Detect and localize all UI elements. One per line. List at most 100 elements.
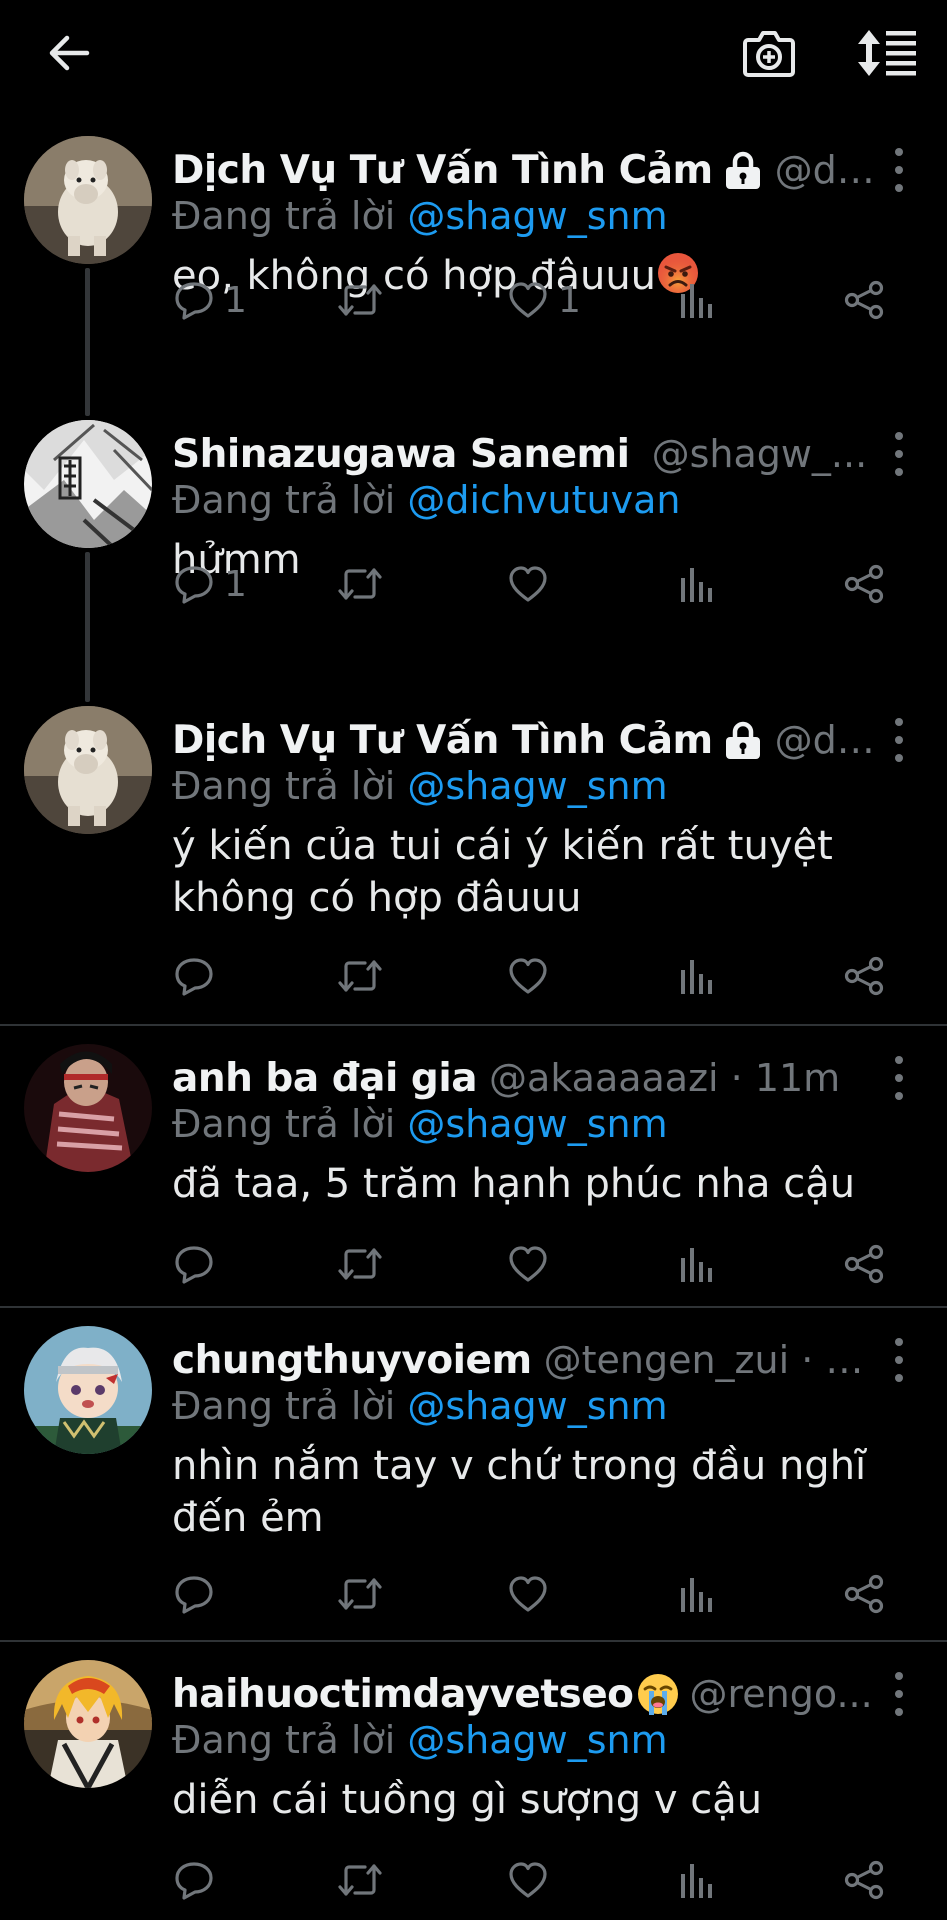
- arrow-left-icon: [49, 35, 90, 71]
- stats-button[interactable]: [678, 556, 714, 612]
- avatar[interactable]: [24, 1660, 152, 1788]
- more-options-button[interactable]: [887, 148, 911, 192]
- replying-label: Đang trả lời: [172, 1384, 396, 1428]
- retweet-icon: [338, 284, 382, 316]
- tweet-actions: [172, 1236, 892, 1292]
- retweet-button[interactable]: [337, 1566, 393, 1622]
- retweet-button[interactable]: [337, 948, 393, 1004]
- heart-icon: [509, 566, 547, 602]
- like-button[interactable]: [508, 556, 558, 612]
- replying-label: Đang trả lời: [172, 478, 396, 522]
- analytics-icon: [681, 568, 712, 602]
- camera-button[interactable]: [738, 22, 800, 84]
- tweet-text: diễn cái tuồng gì sượng v cậu: [172, 1777, 763, 1823]
- tweet[interactable]: chungthuyvoiem @tengen_zui · 9... Đang t…: [0, 1326, 947, 1642]
- stats-button[interactable]: [678, 1852, 714, 1908]
- retweet-icon: [338, 960, 382, 992]
- reply-count: 1: [224, 563, 247, 605]
- like-button[interactable]: [508, 1236, 558, 1292]
- display-name[interactable]: Shinazugawa Sanemi: [172, 432, 630, 477]
- back-button[interactable]: [38, 22, 100, 84]
- share-icon: [844, 1860, 884, 1900]
- reply-button[interactable]: 1: [174, 272, 247, 328]
- tweet-header: Shinazugawa Sanemi @shagw_...: [172, 424, 877, 484]
- reply-button[interactable]: 1: [174, 556, 247, 612]
- like-button[interactable]: [508, 1566, 558, 1622]
- share-button[interactable]: [844, 1236, 884, 1292]
- stats-button[interactable]: [678, 1566, 714, 1622]
- user-handle[interactable]: @tengen_zui · 9...: [544, 1338, 877, 1382]
- tweet[interactable]: Dịch Vụ Tư Vấn Tình Cảm @di... Đang trả …: [0, 706, 947, 1026]
- display-name[interactable]: Dịch Vụ Tư Vấn Tình Cảm: [172, 718, 713, 763]
- share-button[interactable]: [844, 272, 884, 328]
- replying-to: Đang trả lời @shagw_snm: [172, 1718, 668, 1762]
- mention-link[interactable]: @shagw_snm: [407, 1718, 667, 1762]
- tweet[interactable]: haihuoctimdayvetseo @rengo... Đang trả l…: [0, 1660, 947, 1920]
- share-button[interactable]: [844, 1852, 884, 1908]
- more-options-button[interactable]: [887, 1056, 911, 1100]
- stats-button[interactable]: [678, 272, 714, 328]
- reply-button[interactable]: [174, 1852, 224, 1908]
- user-handle[interactable]: @di...: [775, 718, 877, 762]
- analytics-icon: [681, 1248, 712, 1282]
- share-button[interactable]: [844, 556, 884, 612]
- more-options-button[interactable]: [887, 1338, 911, 1382]
- analytics-icon: [681, 284, 712, 318]
- heart-icon: [509, 1862, 547, 1898]
- stats-button[interactable]: [678, 1236, 714, 1292]
- more-options-button[interactable]: [887, 718, 911, 762]
- tweet-header: chungthuyvoiem @tengen_zui · 9...: [172, 1330, 877, 1390]
- display-name[interactable]: haihuoctimdayvetseo: [172, 1672, 634, 1717]
- more-options-button[interactable]: [887, 1672, 911, 1716]
- retweet-button[interactable]: [337, 1236, 393, 1292]
- avatar[interactable]: [24, 136, 152, 264]
- tweet-actions: [172, 1852, 892, 1908]
- thread-line: [85, 268, 90, 416]
- more-options-button[interactable]: [887, 432, 911, 476]
- reply-button[interactable]: [174, 1566, 224, 1622]
- like-button[interactable]: [508, 1852, 558, 1908]
- share-button[interactable]: [844, 1566, 884, 1622]
- share-button[interactable]: [844, 948, 884, 1004]
- mention-link[interactable]: @shagw_snm: [407, 1102, 667, 1146]
- avatar[interactable]: [24, 706, 152, 834]
- stats-button[interactable]: [678, 948, 714, 1004]
- tweet[interactable]: anh ba đại gia @akaaaaazi · 11m Đang trả…: [0, 1044, 947, 1308]
- tweet[interactable]: Shinazugawa Sanemi @shagw_... Đang trả l…: [0, 420, 947, 702]
- retweet-button[interactable]: [337, 272, 393, 328]
- mention-link[interactable]: @shagw_snm: [407, 1384, 667, 1428]
- reply-button[interactable]: [174, 1236, 224, 1292]
- reply-button[interactable]: [174, 948, 224, 1004]
- like-button[interactable]: [508, 948, 558, 1004]
- analytics-icon: [681, 960, 712, 994]
- user-handle[interactable]: @shagw_...: [652, 432, 877, 476]
- mention-link[interactable]: @dichvutuvan: [407, 478, 680, 522]
- tweet[interactable]: Dịch Vụ Tư Vấn Tình Cảm @di... Đang trả …: [0, 136, 947, 416]
- like-button[interactable]: 1: [508, 272, 581, 328]
- sort-button[interactable]: [856, 22, 918, 84]
- avatar[interactable]: [24, 1326, 152, 1454]
- replying-label: Đang trả lời: [172, 1102, 396, 1146]
- retweet-button[interactable]: [337, 556, 393, 612]
- user-handle[interactable]: @akaaaaazi · 11m: [489, 1056, 877, 1100]
- retweet-icon: [338, 1248, 382, 1280]
- display-name[interactable]: chungthuyvoiem: [172, 1338, 532, 1383]
- avatar[interactable]: [24, 1044, 152, 1172]
- replying-to: Đang trả lời @shagw_snm: [172, 1384, 668, 1428]
- tweet-actions: 1: [172, 556, 892, 612]
- tweet-actions: [172, 948, 892, 1004]
- mention-link[interactable]: @shagw_snm: [407, 764, 667, 808]
- display-name[interactable]: anh ba đại gia: [172, 1056, 478, 1101]
- share-icon: [844, 280, 884, 320]
- user-handle[interactable]: @di...: [775, 148, 877, 192]
- share-icon: [844, 564, 884, 604]
- retweet-button[interactable]: [337, 1852, 393, 1908]
- analytics-icon: [681, 1864, 712, 1898]
- user-handle[interactable]: @rengo...: [689, 1672, 877, 1716]
- display-name[interactable]: Dịch Vụ Tư Vấn Tình Cảm: [172, 148, 713, 193]
- heart-icon: [509, 958, 547, 994]
- mention-link[interactable]: @shagw_snm: [407, 194, 667, 238]
- app-screen: Dịch Vụ Tư Vấn Tình Cảm @di... Đang trả …: [0, 0, 947, 1920]
- avatar[interactable]: [24, 420, 152, 548]
- replying-label: Đang trả lời: [172, 764, 396, 808]
